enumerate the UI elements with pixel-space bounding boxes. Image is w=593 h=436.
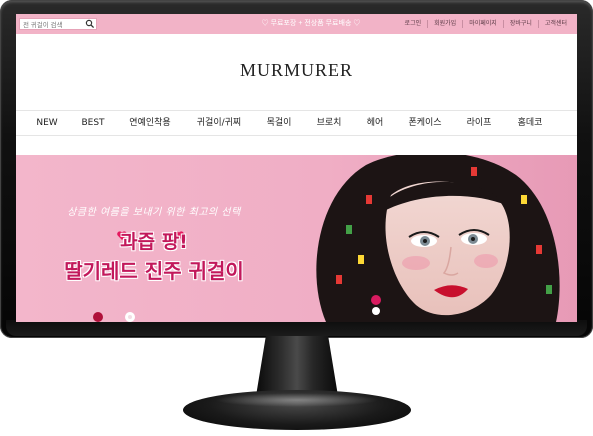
nav-item-life[interactable]: 라이프 (467, 111, 492, 135)
hero-banner[interactable]: 상큼한 여름을 보내기 위한 최고의 선택 과즙 팡! 딸기레드 진주 귀걸이 (16, 155, 577, 322)
hero-subtitle: 상큼한 여름을 보내기 위한 최고의 선택 (67, 207, 241, 218)
search-icon[interactable] (85, 19, 95, 29)
cart-link[interactable]: 장바구니 (502, 20, 538, 28)
nav-item-hair[interactable]: 헤어 (367, 111, 384, 135)
model-photo (316, 155, 560, 322)
nav-item-brooch[interactable]: 브로치 (317, 111, 342, 135)
nav-item-homedeco[interactable]: 홈데코 (518, 111, 543, 135)
promo-text: ♡ 무료포장 + 전상품 무료배송 ♡ (261, 20, 361, 27)
monitor-screen: ♡ 무료포장 + 전상품 무료배송 ♡ 로그인 회원가입 마이페이지 장바구니 … (16, 14, 577, 322)
monitor-stand-neck (256, 336, 338, 396)
monitor-chin (6, 320, 587, 336)
hero-title-line1: 과즙 팡! (120, 231, 188, 253)
login-link[interactable]: 로그인 (399, 20, 428, 28)
nav-item-necklace[interactable]: 목걸이 (267, 111, 292, 135)
nav-item-best[interactable]: BEST (81, 111, 104, 135)
main-nav: NEW BEST 연예인착용 귀걸이/귀찌 목걸이 브로치 헤어 폰케이스 라이… (16, 110, 577, 136)
hero-title-line2: 딸기레드 진주 귀걸이 (64, 259, 244, 283)
site-logo[interactable]: MURMURER (16, 60, 577, 81)
nav-item-earrings[interactable]: 귀걸이/귀찌 (197, 111, 241, 135)
top-bar: ♡ 무료포장 + 전상품 무료배송 ♡ 로그인 회원가입 마이페이지 장바구니 … (16, 14, 577, 34)
nav-item-new[interactable]: NEW (36, 111, 57, 135)
nav-item-celebrity[interactable]: 연예인착용 (129, 111, 170, 135)
mypage-link[interactable]: 마이페이지 (462, 20, 503, 28)
customer-center-link[interactable]: 고객센터 (537, 20, 573, 28)
nav-item-phonecase[interactable]: 폰케이스 (408, 111, 441, 135)
earring-product-image (93, 312, 135, 322)
account-links: 로그인 회원가입 마이페이지 장바구니 고객센터 (399, 14, 573, 34)
join-link[interactable]: 회원가입 (427, 20, 462, 28)
stand-highlight (215, 393, 379, 407)
